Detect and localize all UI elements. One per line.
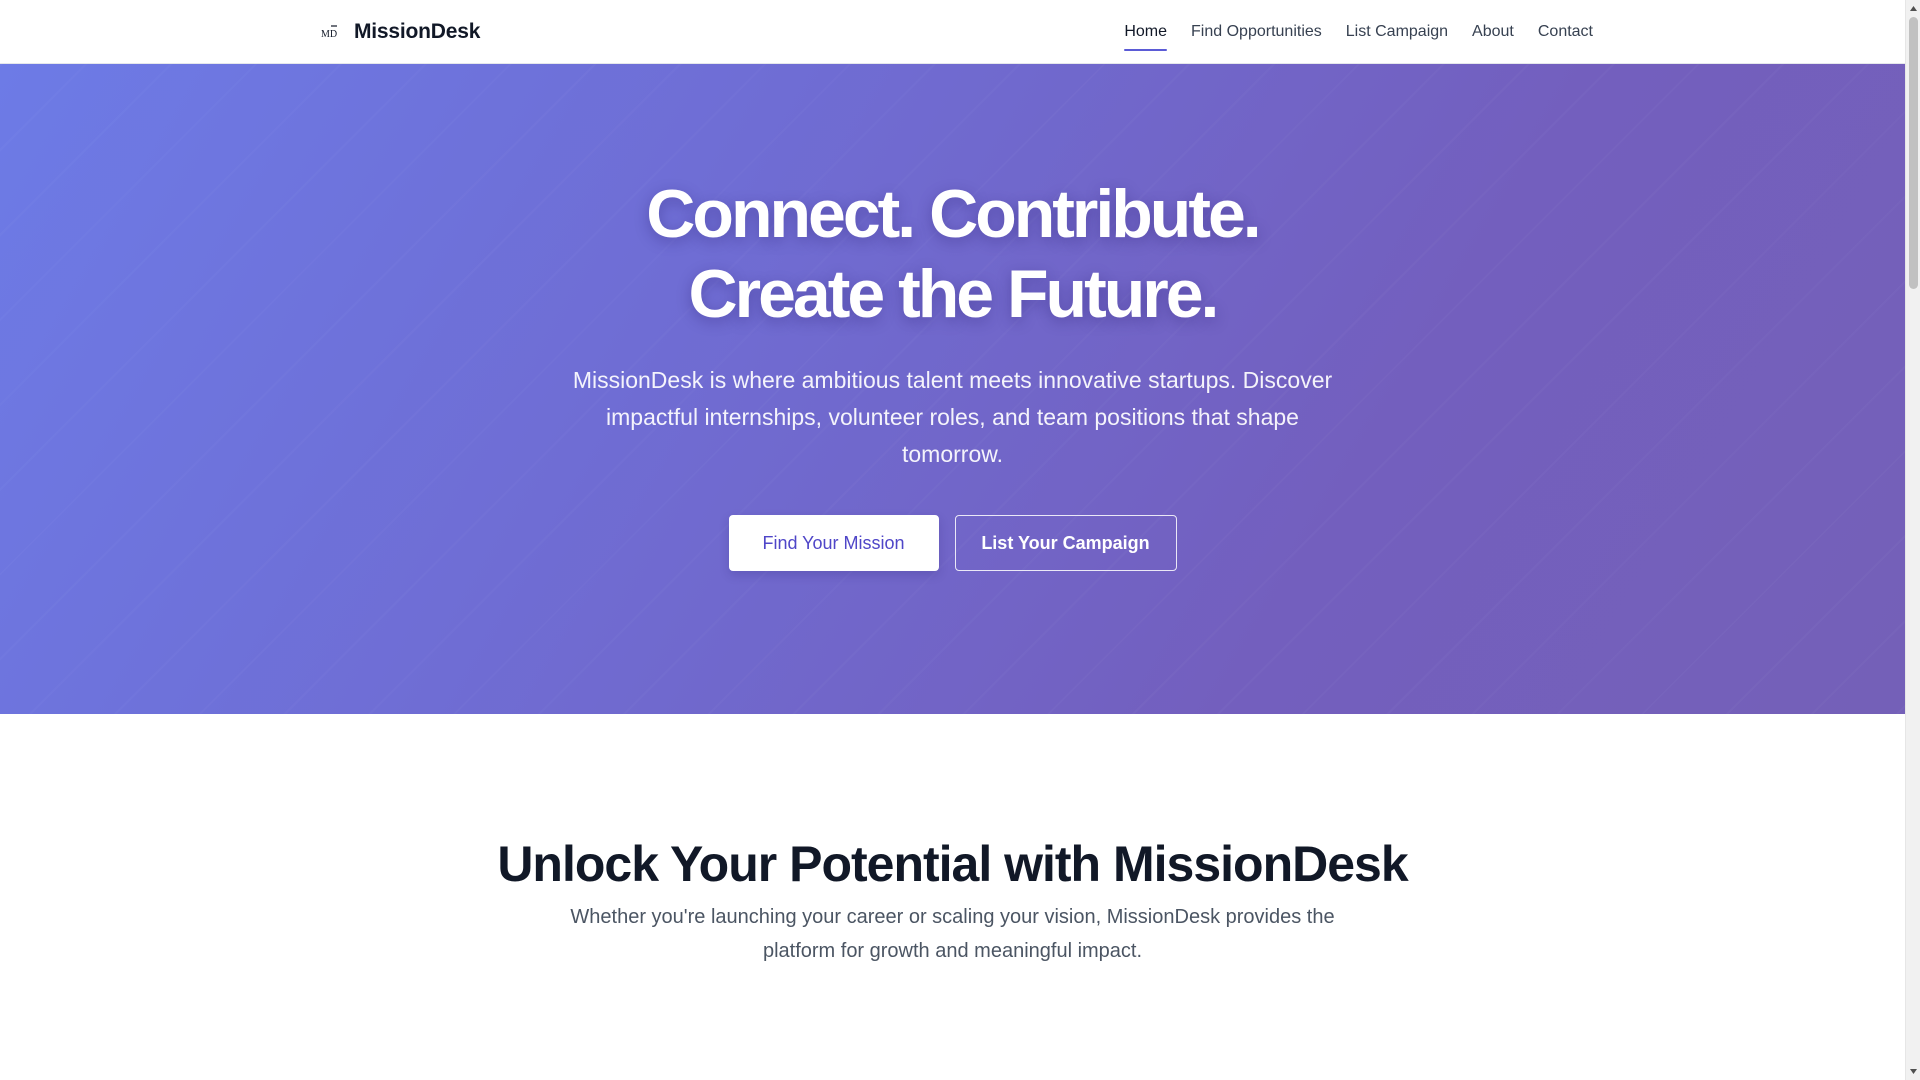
page: MD MissionDesk Home Find Opportunities L… <box>0 0 1905 1080</box>
main-nav: Home Find Opportunities List Campaign Ab… <box>1124 0 1593 64</box>
hero-title: Connect. Contribute. Create the Future. <box>0 174 1905 334</box>
top-navbar: MD MissionDesk Home Find Opportunities L… <box>0 0 1905 64</box>
features-title: Unlock Your Potential with MissionDesk <box>497 836 1408 892</box>
nav-about[interactable]: About <box>1472 0 1514 64</box>
brand-name: MissionDesk <box>354 20 481 43</box>
missiondesk-logo-icon: MD <box>318 21 340 43</box>
brand[interactable]: MD MissionDesk <box>318 0 480 64</box>
features-subtitle: Whether you're launching your career or … <box>570 906 1335 962</box>
logo-mark-text: MD <box>321 29 337 40</box>
find-your-mission-button[interactable]: Find Your Mission <box>728 515 939 571</box>
nav-contact[interactable]: Contact <box>1538 0 1593 64</box>
scroll-down-arrow-icon[interactable] <box>1909 1067 1918 1076</box>
hero-title-line-2: Create the Future. <box>688 256 1220 332</box>
list-your-campaign-button[interactable]: List Your Campaign <box>954 515 1177 571</box>
nav-find-opportunities[interactable]: Find Opportunities <box>1191 0 1322 64</box>
scroll-up-arrow-icon[interactable] <box>1909 4 1918 13</box>
vertical-scrollbar[interactable] <box>1905 0 1920 1080</box>
hero-title-line-1: Connect. Contribute. <box>646 176 1261 252</box>
nav-home[interactable]: Home <box>1124 0 1167 64</box>
nav-list-campaign[interactable]: List Campaign <box>1346 0 1448 64</box>
hero-section: Connect. Contribute. Create the Future. … <box>0 64 1905 714</box>
scrollbar-thumb[interactable] <box>1909 17 1918 289</box>
hero-subtitle: MissionDesk is where ambitious talent me… <box>572 367 1333 467</box>
hero-actions: Find Your Mission List Your Campaign <box>0 515 1905 571</box>
